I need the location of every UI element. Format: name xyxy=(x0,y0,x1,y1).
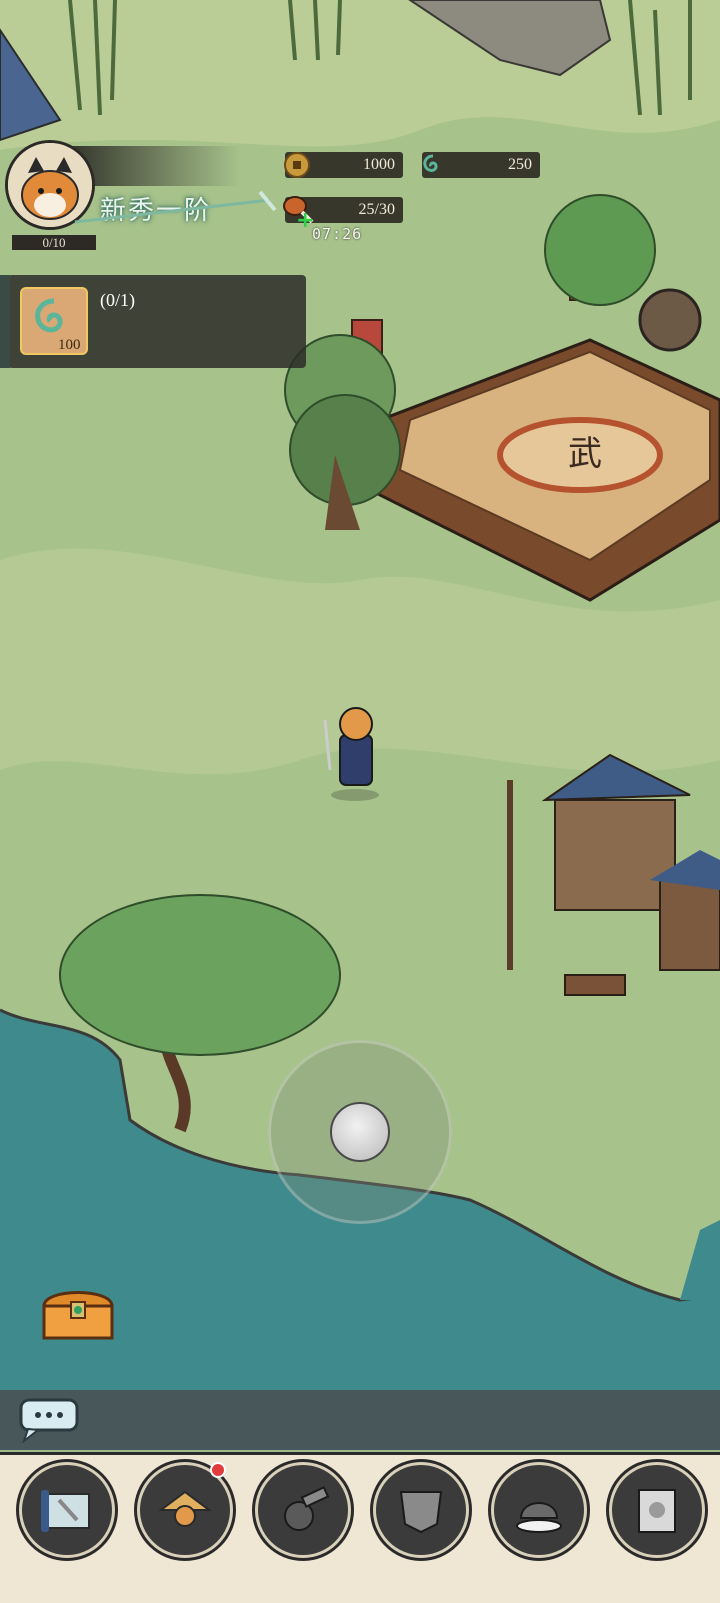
task-reward-amount: 100 xyxy=(58,337,81,353)
profile-banner-bg xyxy=(70,146,240,186)
jade-value: 250 xyxy=(508,156,532,173)
chat-bubble-icon[interactable] xyxy=(18,1397,80,1443)
copper-coin-value: 1000 xyxy=(363,156,395,173)
task-panel-edge xyxy=(0,275,10,368)
helmet-cloud-icon xyxy=(516,1502,562,1533)
treasure-chest-icon[interactable] xyxy=(38,1280,118,1344)
straw-hat-warrior-icon xyxy=(158,1490,212,1527)
nav-armor-button[interactable] xyxy=(373,1462,469,1558)
nav-helmet-button[interactable] xyxy=(491,1462,587,1558)
exp-progress: 0/10 xyxy=(12,235,96,250)
copper-coin-icon xyxy=(284,152,310,178)
gourd-cannon-icon xyxy=(284,1486,330,1531)
scroll-map-icon xyxy=(41,1490,90,1532)
nav-quest-book-button[interactable] xyxy=(609,1462,705,1558)
sword-decoration-icon xyxy=(74,190,277,224)
jade-swirl-icon xyxy=(423,154,438,172)
stamina-timer: 07:26 xyxy=(312,225,363,243)
chat-bar[interactable] xyxy=(0,1390,720,1450)
stamina-value: 25/30 xyxy=(358,201,395,218)
nav-artifact-button[interactable] xyxy=(255,1462,351,1558)
nav-scroll-map-button[interactable] xyxy=(19,1462,115,1558)
joystick-knob[interactable] xyxy=(330,1102,390,1162)
svg-text:武: 武 xyxy=(568,434,602,474)
task-progress: (0/1) xyxy=(100,290,135,310)
armor-plate-icon xyxy=(399,1491,443,1534)
quest-book-icon xyxy=(638,1489,676,1533)
notification-badge xyxy=(210,1462,226,1478)
